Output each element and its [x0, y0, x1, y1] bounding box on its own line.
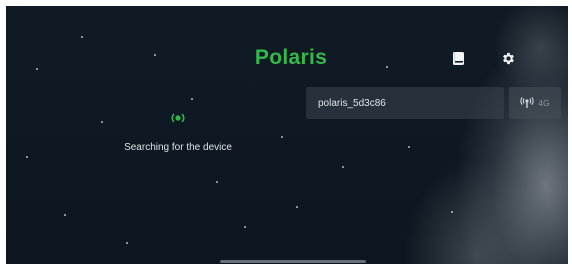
broadcast-icon [170, 111, 186, 129]
antenna-signal-icon [520, 96, 534, 110]
book-icon [452, 51, 465, 71]
manual-button[interactable] [448, 51, 468, 71]
settings-button[interactable] [498, 51, 518, 71]
status-message: Searching for the device [124, 142, 232, 153]
app-title: Polaris [254, 46, 328, 69]
gear-icon [501, 51, 516, 71]
network-status: 4G [509, 87, 561, 119]
home-indicator[interactable] [220, 260, 366, 263]
searching-indicator [166, 112, 190, 128]
network-type-label: 4G [538, 98, 550, 108]
app-screen: Polaris polaris_5d3c86 4G Searching for … [6, 6, 568, 264]
device-name: polaris_5d3c86 [318, 97, 386, 109]
device-selector[interactable]: polaris_5d3c86 [306, 87, 504, 119]
